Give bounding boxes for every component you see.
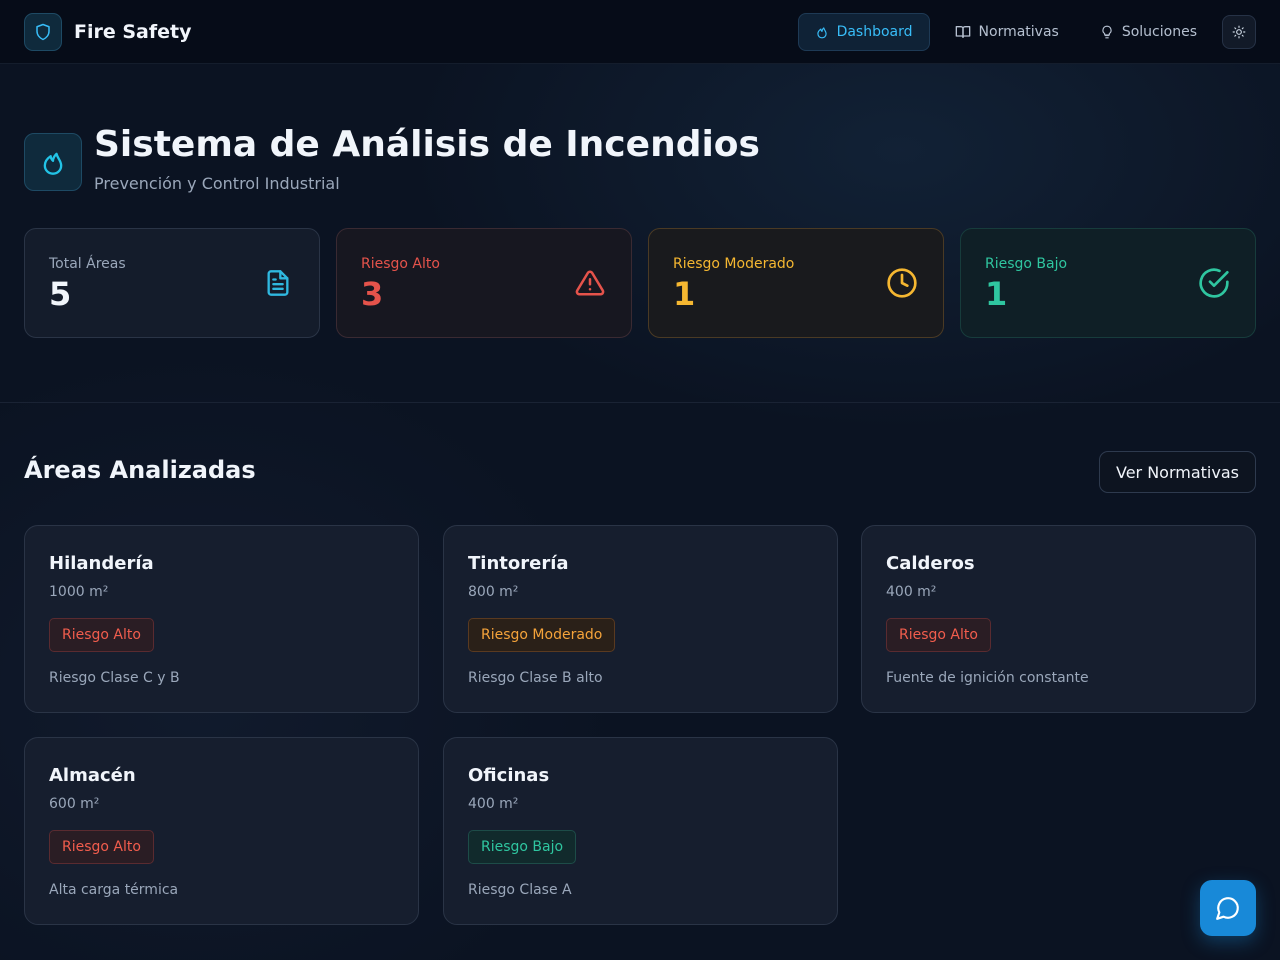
area-name: Almacén (49, 765, 136, 786)
nav-soluciones[interactable]: Soluciones (1084, 13, 1213, 51)
warning-icon (573, 266, 607, 300)
sun-icon (1232, 25, 1246, 39)
nav-dashboard-label: Dashboard (836, 24, 913, 40)
risk-badge: Riesgo Alto (49, 830, 154, 864)
area-name: Calderos (886, 553, 975, 574)
stat-value: 5 (49, 275, 72, 313)
area-name: Tintorería (468, 553, 569, 574)
risk-badge: Riesgo Alto (886, 618, 991, 652)
risk-badge: Riesgo Moderado (468, 618, 616, 652)
stat-label: Riesgo Alto (361, 256, 440, 272)
brand-name: Fire Safety (74, 21, 192, 43)
area-description: Riesgo Clase B alto (468, 670, 603, 686)
risk-badge: Riesgo Bajo (468, 830, 577, 864)
stat-value: 1 (985, 275, 1008, 313)
area-description: Fuente de ignición constante (886, 670, 1089, 686)
top-navbar: Fire Safety Dashboard Normativas Solucio… (0, 0, 1280, 64)
nav-soluciones-label: Soluciones (1121, 24, 1197, 40)
risk-badge: Riesgo Alto (49, 618, 154, 652)
nav-dashboard[interactable]: Dashboard (797, 13, 930, 51)
flame-icon (24, 133, 82, 191)
area-card-hilanderia[interactable]: Hilandería 1000 m² Riesgo Alto Riesgo Cl… (24, 525, 419, 713)
brand[interactable]: Fire Safety (24, 13, 192, 51)
document-icon (261, 266, 295, 300)
section-title: Áreas Analizadas (24, 456, 256, 484)
stat-value: 1 (673, 275, 696, 313)
ver-normativas-button[interactable]: Ver Normativas (1099, 451, 1256, 493)
chat-bubble-icon (1216, 897, 1239, 920)
area-description: Alta carga térmica (49, 882, 179, 898)
area-name: Oficinas (468, 765, 550, 786)
nav-normativas[interactable]: Normativas (939, 13, 1075, 51)
page-title: Sistema de Análisis de Incendios (94, 124, 760, 165)
stat-card-high: Riesgo Alto 3 (336, 228, 632, 338)
area-description: Riesgo Clase C y B (49, 670, 180, 686)
area-card-oficinas[interactable]: Oficinas 400 m² Riesgo Bajo Riesgo Clase… (443, 737, 838, 925)
area-card-almacen[interactable]: Almacén 600 m² Riesgo Alto Alta carga té… (24, 737, 419, 925)
stat-value: 3 (361, 275, 384, 313)
flame-icon (816, 27, 827, 39)
stat-card-moderate: Riesgo Moderado 1 (648, 228, 944, 338)
area-size: 1000 m² (49, 584, 109, 600)
page-subtitle: Prevención y Control Industrial (94, 174, 340, 193)
chat-button[interactable] (1200, 880, 1256, 936)
area-size: 400 m² (886, 584, 937, 600)
stat-card-low: Riesgo Bajo 1 (960, 228, 1256, 338)
area-description: Riesgo Clase A (468, 882, 572, 898)
area-card-calderos[interactable]: Calderos 400 m² Riesgo Alto Fuente de ig… (861, 525, 1256, 713)
shield-icon (24, 13, 62, 51)
check-circle-icon (1197, 266, 1231, 300)
nav-links: Dashboard Normativas Soluciones (797, 13, 1256, 51)
clock-icon (885, 266, 919, 300)
stat-label: Riesgo Moderado (673, 256, 795, 272)
area-name: Hilandería (49, 553, 154, 574)
stat-label: Riesgo Bajo (985, 256, 1068, 272)
area-size: 600 m² (49, 796, 100, 812)
area-size: 400 m² (468, 796, 519, 812)
theme-toggle-button[interactable] (1222, 15, 1256, 49)
stat-label: Total Áreas (49, 256, 126, 272)
area-size: 800 m² (468, 584, 519, 600)
nav-normativas-label: Normativas (978, 24, 1059, 40)
stats-row: Total Áreas 5 Riesgo Alto 3 Riesgo Moder… (24, 228, 1256, 338)
book-icon (955, 26, 970, 38)
section-divider (0, 402, 1280, 403)
lightbulb-icon (1102, 25, 1112, 39)
area-card-tintoreria[interactable]: Tintorería 800 m² Riesgo Moderado Riesgo… (443, 525, 838, 713)
stat-card-total: Total Áreas 5 (24, 228, 320, 338)
